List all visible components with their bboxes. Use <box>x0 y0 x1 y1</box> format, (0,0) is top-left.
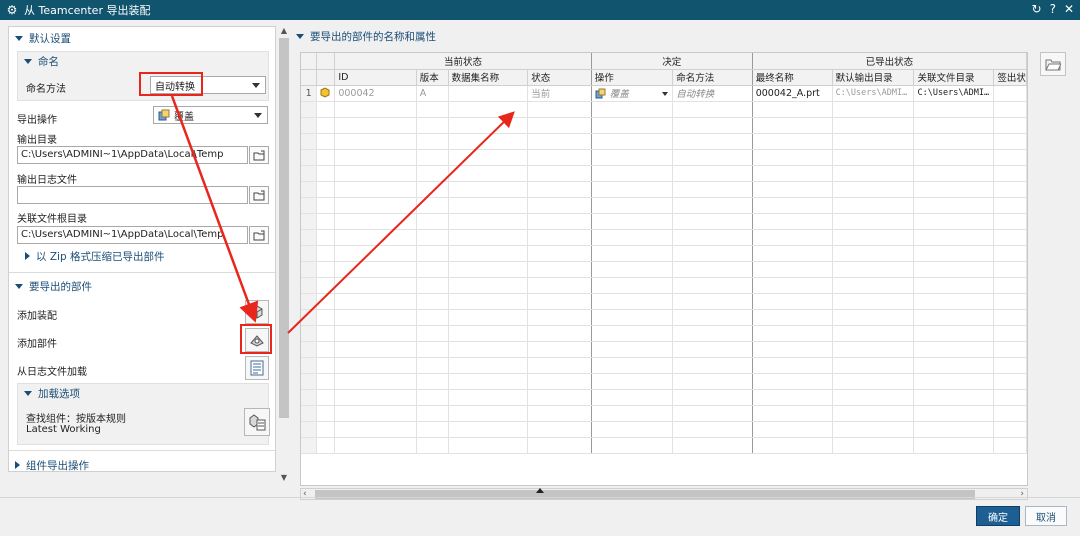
scroll-down-icon[interactable]: ▼ <box>280 474 288 482</box>
cancel-button[interactable]: 取消 <box>1025 506 1067 526</box>
collapse-icon <box>25 252 30 260</box>
column-header-row: ID 版本 数据集名称 状态 操作 命名方法 最终名称 默认输出目录 关联文件目… <box>301 69 1027 86</box>
output-dir-label: 输出目录 <box>17 135 57 146</box>
assoc-root-input[interactable]: C:\Users\ADMINI~1\AppData\Local\Temp <box>17 226 248 244</box>
cell-id: 000042 <box>334 85 417 102</box>
folder-open-icon <box>1045 59 1061 70</box>
browse-output-dir-button[interactable] <box>249 146 269 164</box>
expand-icon <box>24 390 32 396</box>
cell-checkout <box>993 85 1027 102</box>
column-header[interactable]: 命名方法 <box>672 69 753 86</box>
column-header[interactable]: 状态 <box>527 69 592 86</box>
default-settings-header[interactable]: 默认设置 <box>15 29 71 47</box>
parts-panel: 要导出的部件的名称和属性 当前状态 决定 已导出状态 ID 版本 数据集名称 状… <box>292 26 1080 500</box>
collapse-panel-icon[interactable] <box>536 488 544 493</box>
help-icon[interactable]: ? <box>1050 2 1056 16</box>
parts-section-header[interactable]: 要导出的部件 <box>15 277 92 295</box>
chevron-down-icon <box>252 83 260 88</box>
cell-operation-select[interactable]: 覆盖 <box>591 85 674 102</box>
export-op-label: 导出操作 <box>17 115 57 126</box>
cell-default-dir: C:\Users\ADMI… <box>832 85 915 102</box>
load-options-button[interactable] <box>244 408 270 436</box>
table-row[interactable]: 1 000042 A 当前 覆盖 自动转换 000042_A.prt C:\Us… <box>301 85 1027 102</box>
column-header[interactable]: 数据集名称 <box>448 69 529 86</box>
group-header-row: 当前状态 决定 已导出状态 <box>301 53 1027 70</box>
group-header-decision: 决定 <box>591 53 753 70</box>
divider <box>9 272 275 273</box>
group-header-exported: 已导出状态 <box>752 53 1027 70</box>
group-header-current: 当前状态 <box>334 53 592 70</box>
expand-icon <box>15 283 23 289</box>
zip-option-header[interactable]: 以 Zip 格式压缩已导出部件 <box>25 247 164 265</box>
parts-table[interactable]: 当前状态 决定 已导出状态 ID 版本 数据集名称 状态 操作 命名方法 最终名… <box>300 52 1028 486</box>
column-header[interactable]: ID <box>334 69 417 86</box>
naming-method-label: 命名方法 <box>26 84 66 95</box>
highlight-naming-method <box>139 72 203 96</box>
parts-table-header[interactable]: 要导出的部件的名称和属性 <box>296 29 436 43</box>
title-bar: ⚙ 从 Teamcenter 导出装配 ↻ ? ✕ <box>0 0 1080 20</box>
log-file-input[interactable] <box>17 186 248 204</box>
divider <box>0 497 1080 498</box>
load-from-log-button[interactable] <box>245 356 269 380</box>
load-from-log-label: 从日志文件加载 <box>17 367 87 378</box>
expand-icon <box>15 35 23 41</box>
component-export-header[interactable]: 组件导出操作 <box>15 456 89 471</box>
overwrite-icon <box>595 88 606 99</box>
column-header[interactable]: 版本 <box>416 69 449 86</box>
column-header[interactable]: 默认输出目录 <box>832 69 915 86</box>
assembly-icon <box>251 305 263 319</box>
add-part-label: 添加部件 <box>17 339 57 350</box>
document-list-icon <box>250 360 264 376</box>
load-options-group: 加载选项 查找组件：按版本规则 Latest Working <box>17 383 270 445</box>
column-header[interactable]: 操作 <box>591 69 674 86</box>
table-horizontal-scrollbar[interactable]: ‹ › <box>300 488 1028 500</box>
cell-final-name: 000042_A.prt <box>752 85 833 102</box>
chevron-down-icon <box>662 91 669 96</box>
ok-button[interactable]: 确定 <box>976 506 1020 526</box>
cell-naming-method: 自动转换 <box>672 85 753 102</box>
close-icon[interactable]: ✕ <box>1064 2 1074 16</box>
expand-icon <box>296 33 304 39</box>
scroll-thumb[interactable] <box>279 38 289 418</box>
overwrite-icon <box>158 109 170 121</box>
options-table-icon <box>249 414 266 431</box>
folder-open-icon <box>253 190 265 200</box>
cell-assoc-dir: C:\Users\ADMI… <box>913 85 995 102</box>
expand-icon <box>24 58 32 64</box>
column-header[interactable]: 关联文件目录 <box>913 69 995 86</box>
divider <box>9 450 275 451</box>
highlight-add-part <box>240 324 272 354</box>
add-assembly-button[interactable] <box>245 300 269 324</box>
add-assembly-label: 添加装配 <box>17 311 57 322</box>
find-component-text: 查找组件：按版本规则 <box>26 414 126 425</box>
assoc-root-label: 关联文件根目录 <box>17 214 87 225</box>
reset-icon[interactable]: ↻ <box>1032 2 1042 16</box>
window-title: 从 Teamcenter 导出装配 <box>24 4 151 17</box>
column-header[interactable]: 最终名称 <box>752 69 833 86</box>
naming-group-header[interactable]: 命名 <box>24 52 59 70</box>
browse-assoc-root-button[interactable] <box>249 226 269 244</box>
scroll-up-icon[interactable]: ▲ <box>280 27 288 35</box>
settings-scrollbar[interactable]: ▲ ▼ <box>278 26 290 484</box>
revision-rule-text: Latest Working <box>26 424 101 435</box>
column-header[interactable]: 签出状 <box>993 69 1027 86</box>
open-folder-button[interactable] <box>1040 52 1066 76</box>
export-op-select[interactable]: 覆盖 <box>153 106 268 124</box>
part-icon <box>316 85 336 102</box>
folder-open-icon <box>253 150 265 160</box>
load-options-header[interactable]: 加载选项 <box>24 384 80 402</box>
output-dir-input[interactable]: C:\Users\ADMINI~1\AppData\Local\Temp <box>17 146 248 164</box>
folder-open-icon <box>253 230 265 240</box>
cell-dataset <box>448 85 529 102</box>
cell-revision: A <box>416 85 449 102</box>
log-file-label: 输出日志文件 <box>17 175 77 186</box>
row-number: 1 <box>301 85 318 102</box>
gear-icon[interactable]: ⚙ <box>5 3 19 17</box>
collapse-icon <box>15 461 20 469</box>
browse-log-file-button[interactable] <box>249 186 269 204</box>
chevron-down-icon <box>254 113 262 118</box>
cell-status: 当前 <box>527 85 592 102</box>
